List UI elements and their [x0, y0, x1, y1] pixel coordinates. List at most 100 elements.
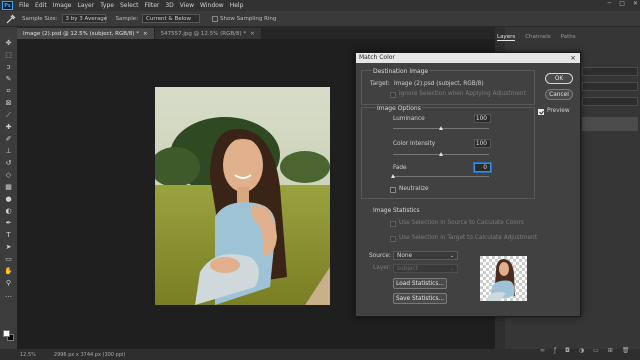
tab-547557-jpg[interactable]: 547557.jpg @ 12.5% (RGB/8) * × — [154, 28, 262, 39]
tab-label: 547557.jpg @ 12.5% (RGB/8) * — [160, 30, 247, 37]
menu-select[interactable]: Select — [117, 2, 142, 9]
fade-slider-track[interactable] — [393, 176, 489, 177]
layer-filter-field[interactable] — [582, 67, 638, 76]
panel-tabs: Layers Channels Paths — [497, 34, 576, 41]
sampling-ring-checkbox[interactable] — [212, 15, 218, 22]
group-icon[interactable]: ▭ — [593, 347, 599, 354]
minimize-icon[interactable]: ─ — [608, 0, 612, 7]
ignore-selection-checkbox[interactable] — [390, 92, 396, 98]
menu-type[interactable]: Type — [97, 2, 117, 9]
quick-select-tool-icon[interactable]: ✎ — [3, 75, 14, 84]
luminance-slider-thumb[interactable] — [438, 126, 443, 130]
hand-tool-icon[interactable]: ✋ — [3, 267, 14, 276]
neutralize-checkbox[interactable] — [390, 187, 396, 193]
cancel-button[interactable]: Cancel — [545, 89, 573, 100]
zoom-level[interactable]: 12.5% — [20, 352, 36, 358]
layer-value: subject — [397, 266, 419, 272]
menu-filter[interactable]: Filter — [142, 2, 163, 9]
menu-window[interactable]: Window — [197, 2, 227, 9]
link-layers-icon[interactable]: ∞ — [540, 347, 545, 354]
menu-help[interactable]: Help — [227, 2, 247, 9]
fx-icon[interactable]: ƒ — [554, 347, 556, 354]
tab-channels[interactable]: Channels — [525, 34, 550, 41]
type-tool-icon[interactable]: T — [3, 231, 14, 240]
tab-label: Image (2).psd @ 12.5% (subject, RGB/8) * — [23, 30, 140, 37]
menu-image[interactable]: Image — [50, 2, 75, 9]
sampling-ring-label: Show Sampling Ring — [220, 15, 277, 22]
crop-tool-icon[interactable]: ⌗ — [3, 87, 14, 96]
new-layer-icon[interactable]: ⊞ — [608, 347, 613, 354]
destination-group — [361, 70, 535, 105]
eyedropper-icon[interactable]: ⟋ — [3, 111, 14, 120]
shape-tool-icon[interactable]: ▭ — [3, 255, 14, 264]
layer-row[interactable] — [582, 117, 638, 131]
fill-field[interactable] — [582, 97, 638, 106]
dodge-tool-icon[interactable]: ◐ — [3, 207, 14, 216]
sample-size-select[interactable]: 3 by 3 Average — [61, 14, 107, 23]
pen-tool-icon[interactable]: ✒ — [3, 219, 14, 228]
path-select-icon[interactable]: ➤ — [3, 243, 14, 252]
target-value: Image (2).psd (subject, RGB/8) — [394, 81, 484, 87]
history-brush-icon[interactable]: ↺ — [3, 159, 14, 168]
source-value: None — [397, 253, 413, 259]
use-selection-target-checkbox[interactable] — [390, 236, 396, 242]
zoom-tool-icon[interactable]: ⚲ — [3, 279, 14, 288]
preview-checkbox[interactable] — [538, 109, 544, 115]
load-statistics-button[interactable]: Load Statistics... — [393, 278, 447, 289]
blur-tool-icon[interactable]: ● — [3, 195, 14, 204]
preview-label: Preview — [547, 108, 570, 114]
image-options-group — [361, 107, 535, 199]
sample-select[interactable]: Current & Below — [142, 14, 200, 23]
menu-edit[interactable]: Edit — [32, 2, 50, 9]
tab-image-2-psd[interactable]: Image (2).psd @ 12.5% (subject, RGB/8) *… — [17, 28, 155, 39]
opacity-field[interactable] — [582, 82, 638, 91]
color-intensity-slider-thumb[interactable] — [438, 152, 443, 156]
save-statistics-button[interactable]: Save Statistics... — [393, 293, 447, 304]
tab-layers[interactable]: Layers — [497, 34, 516, 41]
tab-paths[interactable]: Paths — [561, 34, 576, 41]
ok-button[interactable]: OK — [545, 73, 573, 84]
brush-tool-icon[interactable]: ✐ — [3, 135, 14, 144]
move-tool-icon[interactable]: ✥ — [3, 39, 14, 48]
fade-input[interactable]: 0 — [474, 163, 491, 172]
delete-layer-icon[interactable]: 🗑 — [622, 347, 630, 354]
foreground-color-swatch[interactable] — [3, 330, 10, 337]
color-intensity-label: Color Intensity — [393, 141, 436, 147]
adjustment-layer-icon[interactable]: ◑ — [579, 347, 584, 354]
eraser-tool-icon[interactable]: ◇ — [3, 171, 14, 180]
use-selection-source-checkbox[interactable] — [390, 221, 396, 227]
ignore-selection-label: Ignore Selection when Applying Adjustmen… — [399, 91, 526, 97]
source-thumbnail — [480, 256, 527, 301]
gradient-tool-icon[interactable]: ▦ — [3, 183, 14, 192]
color-intensity-input[interactable]: 100 — [474, 139, 491, 148]
frame-tool-icon[interactable]: ⊠ — [3, 99, 14, 108]
source-select[interactable]: None ⌄ — [393, 251, 458, 260]
menu-view[interactable]: View — [177, 2, 197, 9]
close-tab-icon[interactable]: × — [143, 31, 148, 37]
menu-file[interactable]: File — [16, 2, 32, 9]
clone-stamp-icon[interactable]: ⊥ — [3, 147, 14, 156]
destination-heading: Destination Image — [372, 68, 430, 75]
target-label: Target: — [370, 81, 390, 87]
neutralize-label: Neutralize — [399, 186, 429, 192]
healing-brush-icon[interactable]: ✚ — [3, 123, 14, 132]
layer-select[interactable]: subject ⌄ — [393, 264, 458, 273]
menu-bar: Ps File Edit Image Layer Type Select Fil… — [0, 0, 640, 11]
luminance-input[interactable]: 100 — [474, 114, 491, 123]
photoshop-logo: Ps — [2, 1, 13, 10]
marquee-tool-icon[interactable]: ⬚ — [3, 51, 14, 60]
maximize-icon[interactable]: □ — [619, 0, 625, 7]
close-tab-icon[interactable]: × — [250, 31, 255, 37]
options-bar: Sample Size: 3 by 3 Average Sample: Curr… — [0, 11, 640, 27]
close-window-icon[interactable]: ✕ — [633, 0, 638, 7]
more-tools-icon[interactable]: … — [3, 291, 14, 300]
match-color-dialog: Match Color × Destination Image Target: … — [355, 52, 581, 317]
add-mask-icon[interactable]: ◘ — [565, 347, 570, 354]
use-selection-target-label: Use Selection in Target to Calculate Adj… — [399, 235, 537, 241]
menu-3d[interactable]: 3D — [162, 2, 176, 9]
lasso-tool-icon[interactable]: ↄ — [3, 63, 14, 72]
fade-slider-thumb[interactable] — [390, 174, 395, 178]
eyedropper-tool-icon[interactable] — [4, 13, 18, 25]
menu-layer[interactable]: Layer — [74, 2, 97, 9]
close-icon[interactable]: × — [570, 53, 576, 63]
